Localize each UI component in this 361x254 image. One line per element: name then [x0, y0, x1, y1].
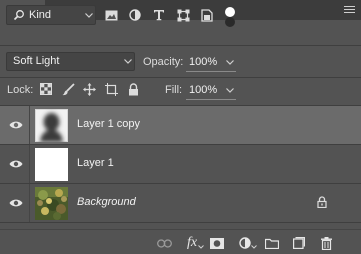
lock-transparent-icon[interactable] — [37, 80, 55, 98]
adjustment-chevron-icon — [251, 245, 257, 249]
opacity-chevron-icon[interactable] — [226, 60, 234, 65]
fill-underline — [186, 99, 236, 100]
lock-label: Lock: — [7, 84, 34, 96]
row-divider — [29, 106, 30, 144]
fill-chevron-icon[interactable] — [226, 88, 234, 93]
link-layers-icon[interactable] — [156, 235, 172, 251]
panel-menu-icon[interactable] — [344, 6, 355, 15]
delete-icon[interactable] — [318, 235, 334, 251]
lock-move-icon[interactable] — [80, 80, 98, 98]
visibility-eye-icon[interactable] — [9, 159, 23, 169]
fill-input[interactable]: 100% — [189, 84, 217, 96]
blend-mode-value: Soft Light — [13, 55, 60, 67]
new-layer-icon[interactable] — [291, 235, 307, 251]
layer-name[interactable]: Background — [77, 196, 136, 208]
row-divider — [29, 145, 30, 183]
opacity-label: Opacity: — [143, 56, 184, 68]
layer-thumbnail-photo — [35, 187, 68, 220]
chevron-down-icon — [124, 59, 132, 64]
layer-lock-icon — [317, 196, 327, 208]
lock-paint-icon[interactable] — [59, 80, 77, 98]
lock-artboard-icon[interactable] — [102, 80, 120, 98]
kind-filter-select[interactable]: Kind — [6, 5, 96, 25]
type-filter-icon[interactable] — [150, 6, 168, 24]
layers-bottom-bar: fx — [0, 229, 361, 254]
divider — [0, 45, 361, 46]
shape-filter-icon[interactable] — [174, 6, 192, 24]
layer-name[interactable]: Layer 1 — [77, 157, 114, 169]
opacity-input[interactable]: 100% — [189, 56, 217, 68]
layer-name[interactable]: Layer 1 copy — [77, 118, 140, 130]
layers-panel: Layers Kind Soft Light Opacity: 100% — [0, 0, 361, 254]
chevron-down-icon — [85, 13, 93, 18]
add-mask-icon[interactable] — [209, 235, 225, 251]
new-group-icon[interactable] — [264, 235, 280, 251]
search-icon — [13, 9, 25, 24]
divider — [0, 222, 361, 223]
visibility-eye-icon[interactable] — [9, 120, 23, 130]
fx-chevron-icon — [198, 245, 204, 249]
divider — [0, 77, 361, 78]
blend-mode-select[interactable]: Soft Light — [6, 52, 135, 71]
layer-row[interactable]: Layer 1 — [0, 145, 361, 183]
image-filter-icon[interactable] — [102, 6, 120, 24]
adjustment-filter-icon[interactable] — [126, 6, 144, 24]
layer-row[interactable]: Layer 1 copy — [0, 106, 361, 144]
layer-thumbnail-mask — [35, 109, 68, 142]
filter-toggle-icon[interactable] — [224, 6, 236, 28]
fill-label: Fill: — [165, 84, 183, 96]
row-divider — [29, 184, 30, 222]
kind-filter-value: Kind — [29, 9, 52, 21]
smart-object-filter-icon[interactable] — [198, 6, 216, 24]
layer-row[interactable]: Background — [0, 184, 361, 222]
visibility-eye-icon[interactable] — [9, 198, 23, 208]
lock-all-icon[interactable] — [124, 80, 142, 98]
layer-thumbnail-white — [35, 148, 68, 181]
opacity-underline — [186, 71, 236, 72]
